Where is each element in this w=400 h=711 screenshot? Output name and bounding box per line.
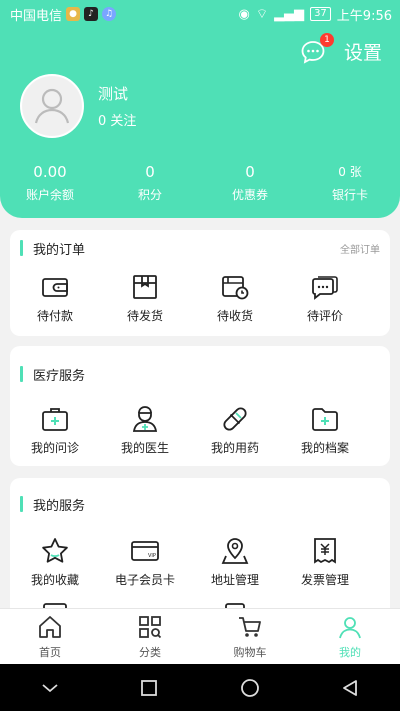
order-label: 待发货: [126, 309, 163, 323]
category-icon: [139, 615, 162, 638]
app-notification-icon: ●: [66, 7, 81, 21]
recent-apps-icon[interactable]: [140, 679, 158, 697]
stat-points[interactable]: 0 积分: [100, 162, 200, 203]
pill-icon: [223, 407, 247, 431]
invoice-management[interactable]: 发票管理: [280, 536, 370, 588]
e-member-card[interactable]: VIP 电子会员卡: [100, 536, 190, 588]
invoice-icon: [314, 538, 336, 564]
orders-title: 我的订单: [33, 242, 86, 258]
medical-label: 我的档案: [300, 441, 349, 455]
orders-card: 我的订单 全部订单 待付款 待发货 待收货 待评价: [10, 230, 390, 336]
vip-card-icon: VIP: [131, 541, 159, 561]
settings-button[interactable]: 设置: [344, 38, 382, 65]
battery-indicator: 37: [310, 7, 331, 21]
my-medication[interactable]: 我的用药: [190, 404, 280, 456]
carrier-label: 中国电信: [10, 8, 63, 24]
tiktok-icon: ♪: [84, 7, 99, 21]
stat-label: 优惠券: [231, 188, 268, 202]
stat-bank-cards[interactable]: 0 张 银行卡: [300, 162, 400, 203]
medical-title: 医疗服务: [33, 368, 86, 384]
medical-label: 我的用药: [210, 441, 259, 455]
tab-home[interactable]: 首页: [0, 609, 100, 664]
eye-icon: ◉: [238, 6, 250, 22]
user-icon: [339, 616, 361, 638]
my-favorites[interactable]: 我的收藏: [10, 536, 100, 588]
order-pending-review[interactable]: 待评价: [280, 272, 370, 324]
stat-label: 账户余额: [25, 188, 74, 202]
order-pending-receipt[interactable]: 待收货: [190, 272, 280, 324]
cart-icon: [239, 616, 261, 637]
map-pin-icon: [221, 538, 249, 564]
home-icon: [39, 615, 61, 638]
my-consultations[interactable]: 我的问诊: [10, 404, 100, 456]
comment-icon: [312, 276, 338, 300]
service-label: 地址管理: [210, 573, 259, 587]
bottom-tab-bar: 首页 分类 购物车 我的: [0, 608, 400, 664]
stat-coupons[interactable]: 0 优惠券: [200, 162, 300, 203]
section-accent-bar: [20, 240, 23, 256]
status-bar: 中国电信 ● ♪ ♫ ◉ ⌔ ▂▄▆ 37 上午9:56: [0, 0, 400, 28]
tab-label: 购物车: [233, 645, 267, 659]
stat-value: 0 张: [338, 165, 362, 179]
my-services-card: 我的服务 我的收藏 VIP 电子会员卡 地址管理 发票管理: [10, 478, 390, 628]
order-pending-shipment[interactable]: 待发货: [100, 272, 190, 324]
box-icon: [133, 275, 157, 299]
message-button[interactable]: 1: [300, 32, 334, 65]
all-orders-link[interactable]: 全部订单: [340, 241, 380, 256]
my-records[interactable]: 我的档案: [280, 404, 370, 456]
stat-label: 积分: [137, 188, 162, 202]
stat-value: 0.00: [33, 163, 67, 181]
tab-label: 分类: [139, 645, 161, 659]
services-title: 我的服务: [33, 498, 86, 514]
message-count-badge: 1: [319, 32, 334, 47]
profile-header: 中国电信 ● ♪ ♫ ◉ ⌔ ▂▄▆ 37 上午9:56 1 设置 测试 0 关…: [0, 0, 400, 218]
stat-label: 银行卡: [331, 188, 368, 202]
order-label: 待评价: [306, 309, 343, 323]
medical-service-card: 医疗服务 我的问诊 我的医生 我的用药 我的档案: [10, 346, 390, 466]
tab-mine[interactable]: 我的: [300, 609, 400, 664]
medical-label: 我的医生: [120, 441, 169, 455]
order-label: 待付款: [36, 309, 73, 323]
home-circle-icon[interactable]: [240, 678, 260, 698]
wallet-icon: [42, 278, 68, 297]
system-nav-bar: [0, 664, 400, 711]
account-stats: 0.00 账户余额 0 积分 0 优惠券 0 张 银行卡: [0, 162, 400, 203]
user-name: 测试: [98, 85, 129, 103]
follow-count[interactable]: 0 关注: [98, 110, 136, 129]
svg-text:VIP: VIP: [148, 553, 156, 559]
medical-kit-icon: [42, 408, 68, 431]
delivery-clock-icon: [222, 276, 249, 300]
section-accent-bar: [20, 366, 23, 382]
wifi-icon: ⌔: [255, 7, 269, 22]
chevron-down-icon[interactable]: [41, 682, 59, 694]
user-profile[interactable]: 测试 0 关注: [20, 74, 136, 138]
stat-balance[interactable]: 0.00 账户余额: [0, 162, 100, 203]
avatar[interactable]: [20, 74, 84, 138]
default-avatar-icon: [23, 77, 81, 135]
tab-label: 首页: [39, 645, 61, 659]
folder-icon: [312, 408, 338, 431]
music-icon: ♫: [102, 7, 117, 21]
service-label: 我的收藏: [30, 573, 79, 587]
clock: 上午9:56: [336, 8, 392, 24]
stat-value: 0: [245, 163, 255, 181]
signal-icon: ▂▄▆: [274, 6, 305, 22]
medical-label: 我的问诊: [30, 441, 79, 455]
doctor-icon: [132, 406, 158, 432]
back-triangle-icon[interactable]: [341, 679, 359, 697]
tab-label: 我的: [339, 645, 361, 659]
section-accent-bar: [20, 496, 23, 512]
service-label: 电子会员卡: [114, 573, 175, 587]
order-pending-payment[interactable]: 待付款: [10, 272, 100, 324]
my-doctor[interactable]: 我的医生: [100, 404, 190, 456]
tab-cart[interactable]: 购物车: [200, 609, 300, 664]
star-icon: [42, 538, 68, 563]
service-label: 发票管理: [300, 573, 349, 587]
order-label: 待收货: [216, 309, 253, 323]
tab-category[interactable]: 分类: [100, 609, 200, 664]
address-management[interactable]: 地址管理: [190, 536, 280, 588]
stat-value: 0: [145, 163, 155, 181]
